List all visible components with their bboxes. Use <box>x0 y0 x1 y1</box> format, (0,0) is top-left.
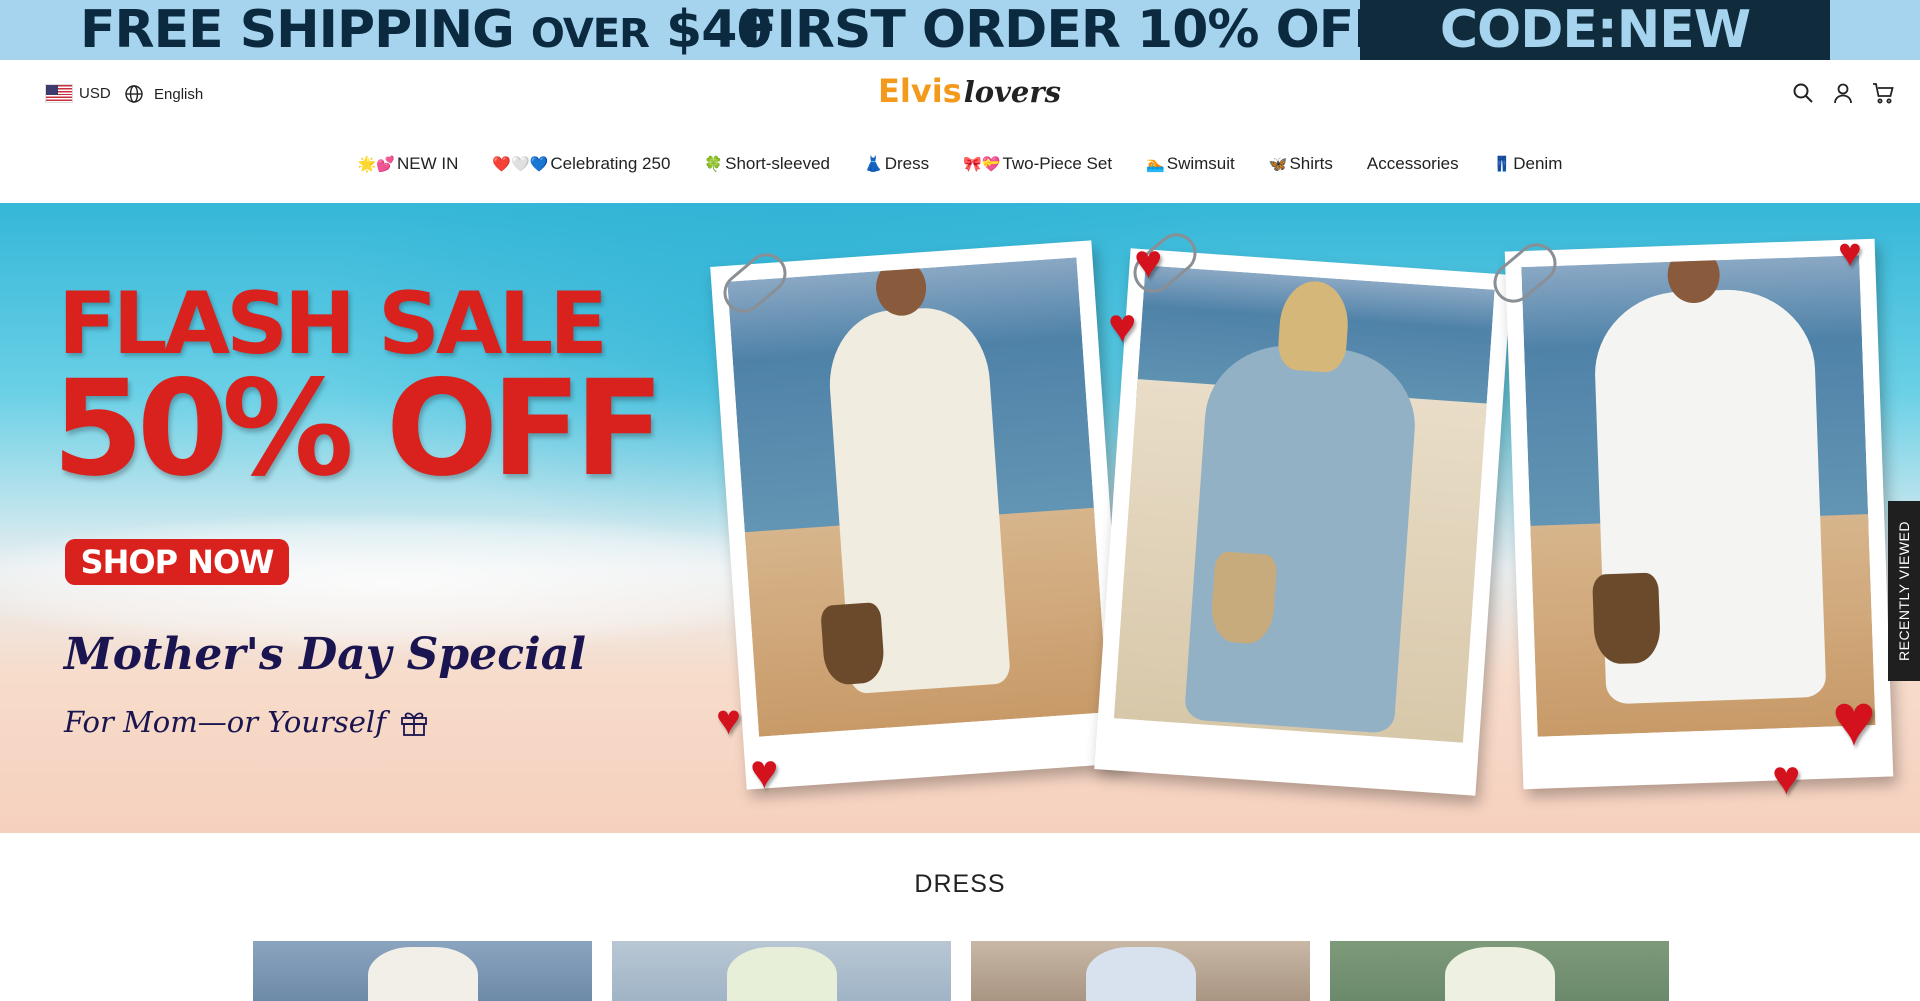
product-card[interactable] <box>971 941 1310 1001</box>
nav-emoji: 👗 <box>864 156 883 173</box>
nav-item-short-sleeved[interactable]: 🍀 Short-sleeved <box>704 154 830 174</box>
heart-icon: ♥ <box>1108 300 1137 353</box>
site-header: USD English Elvis lovers 🌟💕 NEW IN ❤️🤍💙 Ce… <box>0 60 1920 190</box>
subline-text: For Mom—or Yourself <box>64 705 386 739</box>
main-navigation: 🌟💕 NEW IN ❤️🤍💙 Celebrating 250 🍀 Short-slee… <box>0 154 1920 174</box>
cart-icon[interactable] <box>1872 82 1894 104</box>
hero-subline: For Mom—or Yourself <box>64 705 430 739</box>
shop-now-button[interactable]: SHOP NOW <box>65 539 289 585</box>
nav-item-swimsuit[interactable]: 🏊 Swimsuit <box>1146 154 1235 174</box>
nav-emoji: 🏊 <box>1146 156 1165 173</box>
globe-icon <box>125 85 143 103</box>
first-order-text: FIRST ORDER 10% OFF <box>742 0 1389 60</box>
nav-emoji: 🦋 <box>1268 156 1288 173</box>
nav-item-denim[interactable]: 👖 Denim <box>1493 154 1563 174</box>
nav-label: Accessories <box>1366 154 1459 173</box>
language-selector[interactable]: English <box>124 84 203 104</box>
photo-image <box>1521 255 1876 737</box>
heart-icon: ♥ <box>1772 752 1801 805</box>
mothers-day-headline: Mother's Day Special <box>64 629 586 680</box>
photo-image <box>727 257 1109 737</box>
recently-viewed-tab[interactable]: RECENTLY VIEWED <box>1888 501 1920 681</box>
nav-emoji: 👖 <box>1492 156 1512 173</box>
language-label: English <box>154 85 204 103</box>
currency-selector[interactable]: USD <box>45 84 111 103</box>
currency-label: USD <box>79 85 111 102</box>
logo-part-2: lovers <box>963 75 1061 109</box>
nav-item-two-piece-set[interactable]: 🎀💝 Two-Piece Set <box>963 154 1112 174</box>
model-photo-white-dress <box>710 240 1128 790</box>
promo-code: CODE:NEW <box>1360 0 1830 60</box>
nav-label: Short-sleeved <box>725 154 830 173</box>
us-flag-icon <box>45 84 73 103</box>
heart-icon: ♥ <box>1838 231 1862 275</box>
recently-viewed-label: RECENTLY VIEWED <box>1896 520 1912 662</box>
nav-item-dress[interactable]: 👗 Dress <box>864 154 929 174</box>
announcement-bar: FREE SHIPPING OVER $40 FIRST ORDER 10% O… <box>0 0 1920 60</box>
nav-label: Dress <box>884 154 930 173</box>
nav-label: Swimsuit <box>1166 154 1235 173</box>
nav-emoji: 🍀 <box>704 156 724 173</box>
section-title-dress: DRESS <box>914 870 1006 898</box>
discount-heading: 50% OFF <box>52 352 664 506</box>
gift-icon <box>401 712 427 736</box>
heart-icon: ♥ <box>750 746 779 799</box>
nav-item-accessories[interactable]: Accessories <box>1367 154 1459 174</box>
nav-emoji: 🎀💝 <box>963 156 1001 173</box>
heart-icon: ♥ <box>1134 236 1163 289</box>
nav-label: Celebrating 250 <box>550 154 671 173</box>
nav-item-new-in[interactable]: 🌟💕 NEW IN <box>358 154 459 174</box>
product-card[interactable] <box>253 941 592 1001</box>
nav-emoji: 🌟💕 <box>357 156 395 173</box>
product-card[interactable] <box>612 941 951 1001</box>
nav-emoji: ❤️🤍💙 <box>492 156 549 173</box>
heart-icon: ♥ <box>716 696 741 743</box>
nav-label: Two-Piece Set <box>1002 154 1113 173</box>
nav-item-celebrating-250[interactable]: ❤️🤍💙 Celebrating 250 <box>492 154 670 174</box>
site-logo[interactable]: Elvis lovers <box>878 72 1061 122</box>
hero-banner[interactable]: FLASH SALE 50% OFF SHOP NOW Mother's Day… <box>0 203 1920 833</box>
account-icon[interactable] <box>1832 82 1854 104</box>
shipping-main: FREE SHIPPING <box>80 0 515 60</box>
search-icon[interactable] <box>1792 82 1814 104</box>
free-shipping-text: FREE SHIPPING OVER $40 <box>80 0 773 60</box>
nav-item-shirts[interactable]: 🦋 Shirts <box>1269 154 1333 174</box>
nav-label: Shirts <box>1289 154 1333 173</box>
nav-label: Denim <box>1513 154 1563 173</box>
product-grid <box>253 941 1669 1001</box>
nav-label: NEW IN <box>396 154 459 173</box>
model-photo-blue-dress <box>1094 248 1512 796</box>
logo-part-1: Elvis <box>878 72 962 110</box>
shipping-over: OVER <box>530 11 650 57</box>
photo-image <box>1113 265 1495 743</box>
product-card[interactable] <box>1330 941 1669 1001</box>
header-actions <box>1792 82 1894 104</box>
heart-icon: ♥ <box>1832 678 1876 761</box>
